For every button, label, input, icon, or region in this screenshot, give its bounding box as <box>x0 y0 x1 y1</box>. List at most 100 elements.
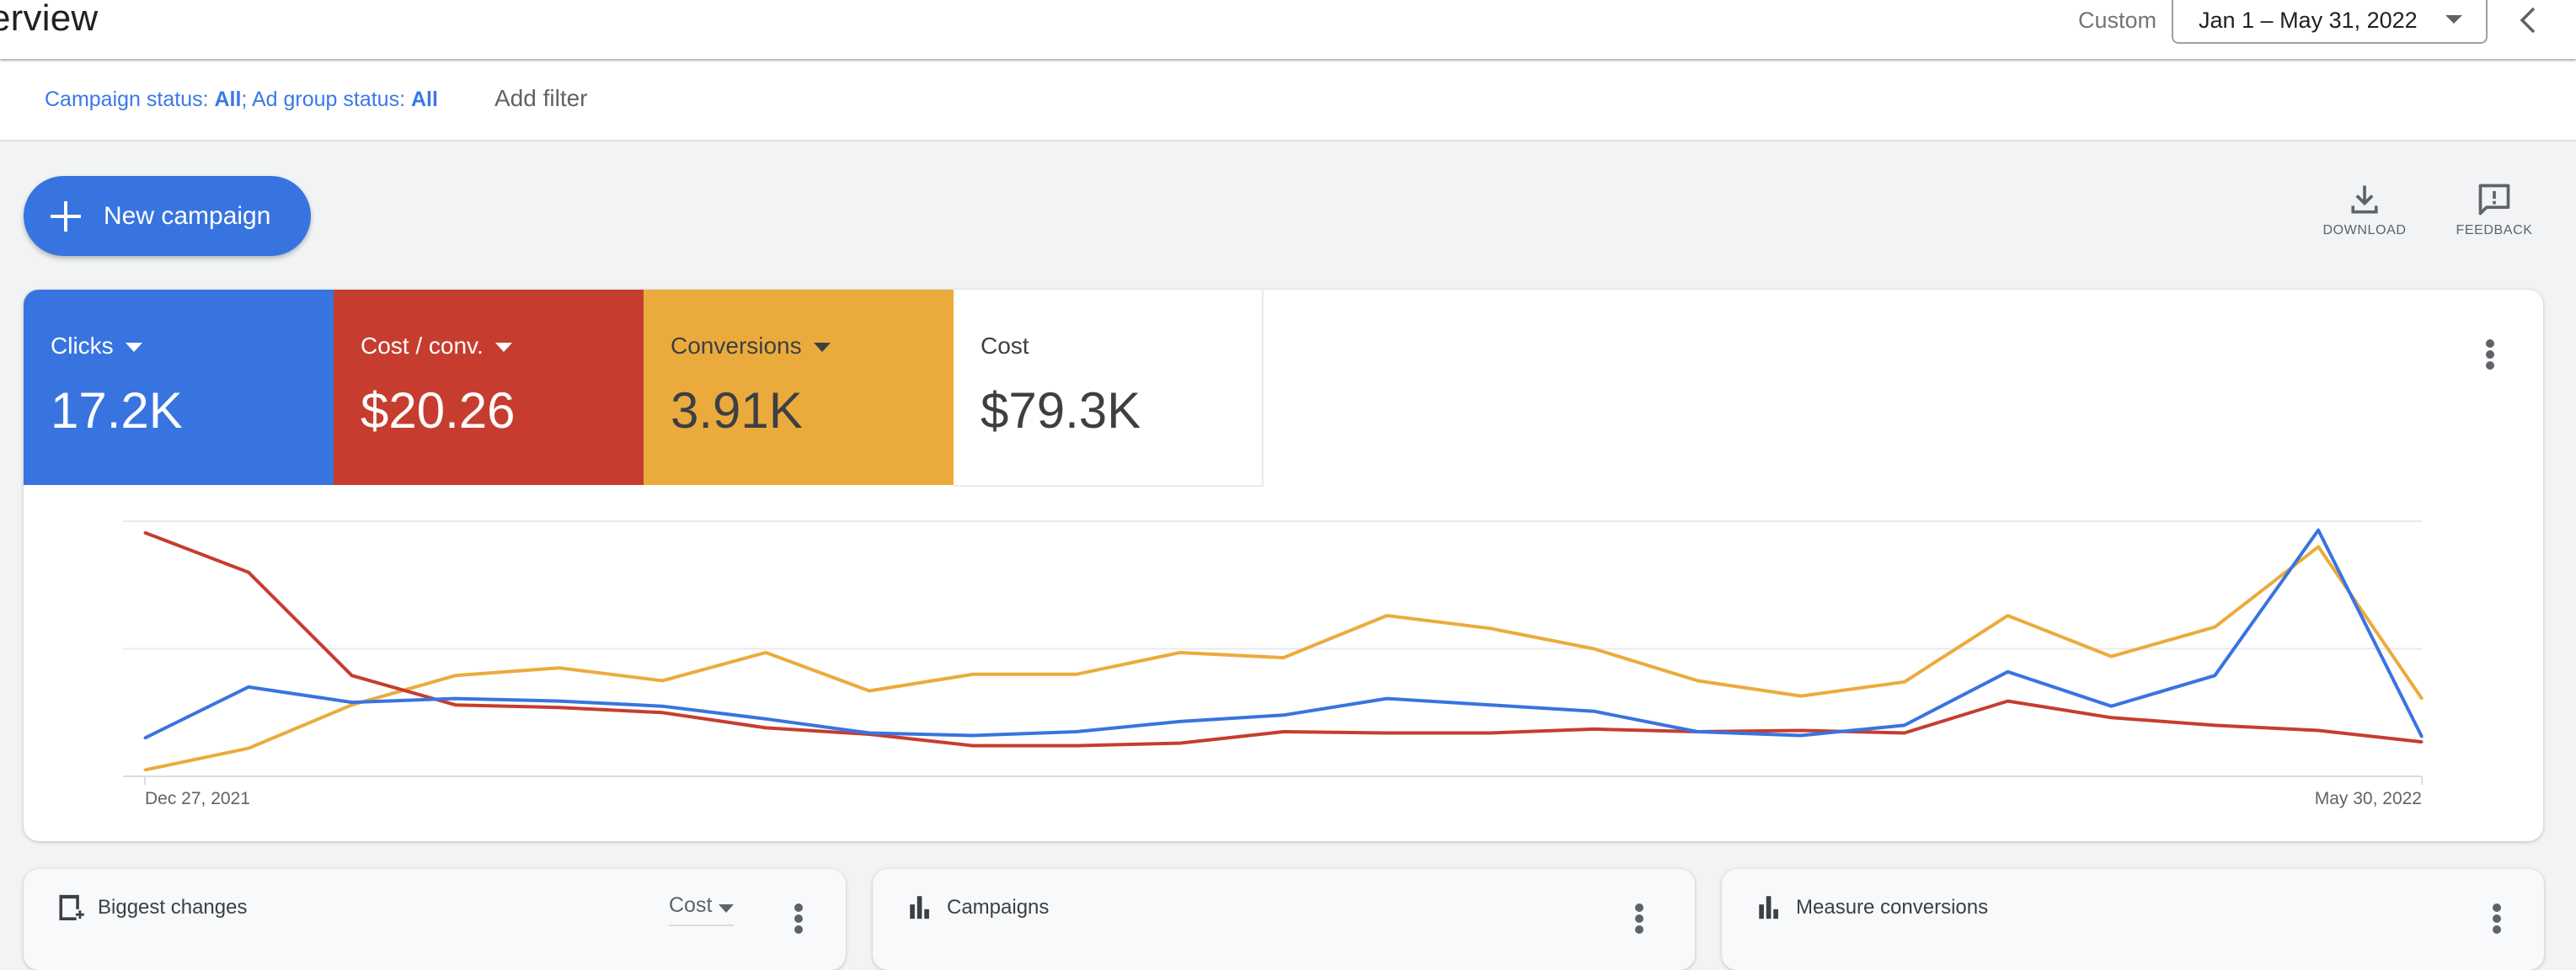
data-point[interactable] <box>764 726 767 729</box>
data-point[interactable] <box>1282 656 1285 659</box>
data-point[interactable] <box>557 706 560 709</box>
data-point[interactable] <box>1903 680 1906 684</box>
data-point[interactable] <box>1385 697 1388 701</box>
data-point[interactable] <box>1282 713 1285 717</box>
date-range-select[interactable]: Jan 1 – May 31, 2022 <box>2172 0 2488 44</box>
card-more-options-button[interactable] <box>1622 898 1656 940</box>
data-point[interactable] <box>1799 734 1803 738</box>
active-filters[interactable]: Campaign status: All; Ad group status: A… <box>45 86 438 113</box>
data-point[interactable] <box>350 674 354 677</box>
data-point[interactable] <box>2420 735 2424 738</box>
campaigns-card: Campaigns <box>873 869 1695 970</box>
new-campaign-button[interactable]: New campaign <box>24 176 311 256</box>
feedback-button[interactable]: FEEDBACK <box>2448 181 2541 248</box>
performance-chart-card: Clicks 17.2K Cost / conv. $20.26 Convers… <box>24 290 2543 841</box>
data-point[interactable] <box>1075 730 1078 733</box>
data-point[interactable] <box>971 744 975 748</box>
chevron-left-icon <box>2520 7 2536 34</box>
data-point[interactable] <box>868 689 871 692</box>
data-point[interactable] <box>454 703 457 706</box>
data-point[interactable] <box>2109 716 2113 719</box>
data-point[interactable] <box>868 731 871 734</box>
data-point[interactable] <box>143 737 147 740</box>
more-vert-icon-dot <box>794 903 803 912</box>
data-point[interactable] <box>557 700 560 703</box>
data-point[interactable] <box>1903 731 1906 734</box>
data-point[interactable] <box>2007 614 2010 617</box>
more-vert-icon-dot <box>2493 914 2501 923</box>
bar-chart-icon <box>910 896 929 919</box>
data-point[interactable] <box>2007 670 2010 674</box>
data-point[interactable] <box>1592 648 1595 650</box>
data-point[interactable] <box>1178 720 1182 723</box>
data-point[interactable] <box>247 685 250 689</box>
data-point[interactable] <box>1903 723 1906 727</box>
data-point[interactable] <box>2213 626 2216 629</box>
data-point[interactable] <box>764 717 767 721</box>
more-vert-icon-dot <box>2493 903 2501 912</box>
ad-group-status-label: Ad group status: <box>251 88 411 111</box>
data-point[interactable] <box>2317 529 2320 532</box>
data-point[interactable] <box>1696 679 1699 682</box>
data-point[interactable] <box>1488 626 1492 630</box>
data-point[interactable] <box>660 711 664 714</box>
data-point[interactable] <box>764 651 767 654</box>
data-point[interactable] <box>2213 723 2216 727</box>
data-point[interactable] <box>2109 705 2113 708</box>
data-point[interactable] <box>1075 673 1078 676</box>
card-more-options-button[interactable] <box>782 898 815 940</box>
data-point[interactable] <box>2109 655 2113 658</box>
data-point[interactable] <box>454 697 457 701</box>
more-vert-icon-dot <box>1635 914 1643 923</box>
data-point[interactable] <box>1385 614 1388 617</box>
biggest-changes-metric-select[interactable]: Cost <box>669 891 735 926</box>
data-point[interactable] <box>1696 730 1699 733</box>
chart-gridlines <box>123 520 2423 785</box>
data-point[interactable] <box>2317 545 2320 548</box>
measure-conversions-card: Measure conversions <box>1722 869 2544 970</box>
card-more-options-button[interactable] <box>2480 898 2514 940</box>
x-tick-label: Dec 27, 2021 <box>145 789 250 808</box>
chart-series <box>143 528 2424 772</box>
feedback-icon <box>2478 184 2510 216</box>
data-point[interactable] <box>1592 728 1595 731</box>
filter-bar: Campaign status: All; Ad group status: A… <box>0 61 2576 141</box>
data-point[interactable] <box>1592 710 1595 713</box>
new-campaign-label: New campaign <box>104 202 271 230</box>
data-point[interactable] <box>557 666 560 669</box>
data-point[interactable] <box>1799 728 1803 732</box>
data-point[interactable] <box>143 531 147 535</box>
data-point[interactable] <box>247 571 250 574</box>
download-button[interactable]: DOWNLOAD <box>2318 181 2411 248</box>
data-point[interactable] <box>660 705 664 708</box>
data-point[interactable] <box>1075 744 1078 748</box>
data-point[interactable] <box>1385 731 1388 734</box>
data-point[interactable] <box>2317 728 2320 732</box>
data-point[interactable] <box>971 734 975 738</box>
data-point[interactable] <box>350 701 354 704</box>
data-point[interactable] <box>1178 651 1182 654</box>
data-point[interactable] <box>1488 703 1492 706</box>
data-point[interactable] <box>454 674 457 677</box>
data-point[interactable] <box>350 703 354 706</box>
data-point[interactable] <box>1488 731 1492 734</box>
filter-separator: ; <box>241 88 252 111</box>
data-point[interactable] <box>971 673 975 676</box>
plus-icon <box>51 201 81 232</box>
data-point[interactable] <box>1178 742 1182 745</box>
data-point[interactable] <box>143 768 147 771</box>
data-point[interactable] <box>247 747 250 750</box>
add-filter-button[interactable]: Add filter <box>494 84 588 113</box>
collapse-panel-button[interactable] <box>2515 3 2541 37</box>
data-point[interactable] <box>1799 695 1803 698</box>
data-point[interactable] <box>2213 674 2216 677</box>
data-point[interactable] <box>2420 740 2424 743</box>
data-point[interactable] <box>2007 700 2010 703</box>
campaign-status-value: All <box>214 88 242 111</box>
download-icon <box>2351 185 2378 214</box>
more-vert-icon-dot <box>2493 925 2501 934</box>
page-title: erview <box>0 0 99 39</box>
data-point[interactable] <box>2420 697 2424 701</box>
data-point[interactable] <box>1282 730 1285 733</box>
data-point[interactable] <box>660 679 664 682</box>
